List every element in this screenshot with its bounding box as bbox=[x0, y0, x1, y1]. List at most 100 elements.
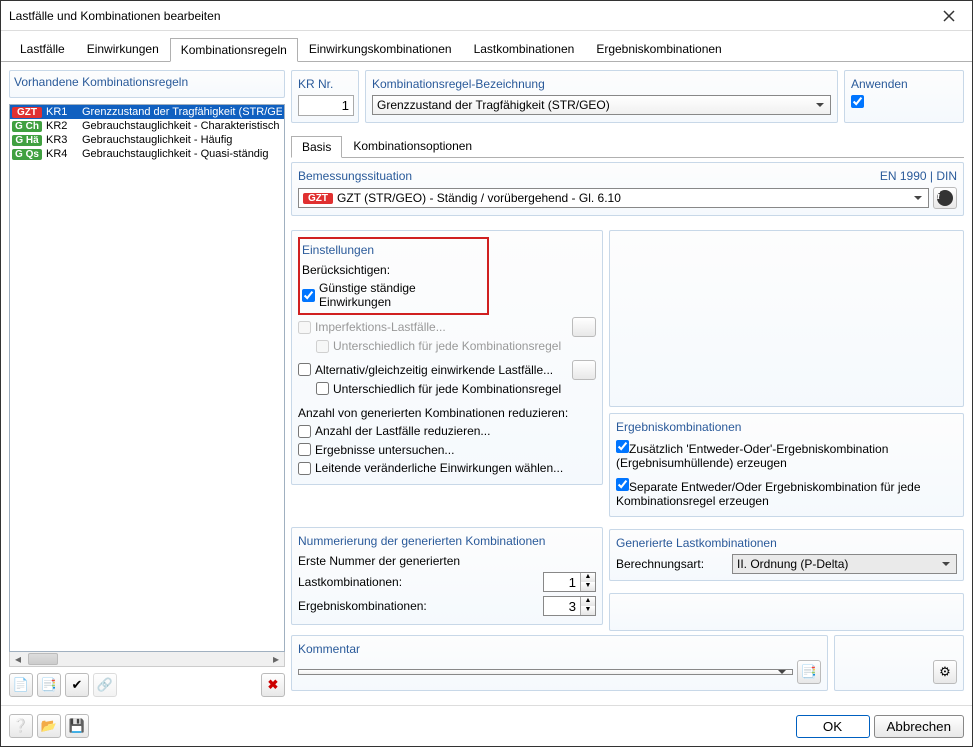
diff1-label: Unterschiedlich für jede Kombinationsreg… bbox=[333, 339, 561, 353]
kr-nr-input[interactable] bbox=[298, 95, 354, 116]
result1-checkbox[interactable]: Zusätzlich 'Entweder-Oder'-Ergebniskombi… bbox=[616, 438, 957, 472]
rule-desc: Grenzzustand der Tragfähigkeit (STR/GEO) bbox=[82, 106, 282, 118]
lk-spinner-input[interactable] bbox=[544, 573, 580, 591]
numbering-group: Nummerierung der generierten Kombination… bbox=[291, 527, 603, 625]
lk-spinner[interactable]: ▲▼ bbox=[543, 572, 596, 592]
reduce2-label: Ergebnisse untersuchen... bbox=[315, 443, 454, 457]
alt-checkbox[interactable]: Alternativ/gleichzeitig einwirkende Last… bbox=[298, 361, 572, 379]
comment-combo[interactable] bbox=[298, 669, 793, 675]
rule-badge: G Hä bbox=[12, 135, 42, 146]
bem-info-button[interactable]: i bbox=[933, 187, 957, 209]
scroll-thumb[interactable] bbox=[28, 653, 58, 665]
alt-label: Alternativ/gleichzeitig einwirkende Last… bbox=[315, 363, 553, 377]
numbering-first-label: Erste Nummer der generierten bbox=[298, 552, 596, 570]
tab-lastfaelle[interactable]: Lastfälle bbox=[9, 37, 76, 61]
gear-icon: ⚙ bbox=[939, 664, 951, 680]
content-area: Vorhandene Kombinationsregeln GZT KR1 Gr… bbox=[1, 62, 972, 705]
link-icon: 🔗 bbox=[97, 677, 113, 693]
anwenden-checkbox[interactable] bbox=[851, 95, 864, 108]
sub-tab-options[interactable]: Kombinationsoptionen bbox=[342, 135, 483, 157]
rules-group-title: Vorhandene Kombinationsregeln bbox=[14, 75, 280, 89]
sub-tab-basis[interactable]: Basis bbox=[291, 136, 342, 158]
open-button[interactable]: 📂 bbox=[37, 714, 61, 738]
folder-icon: 📂 bbox=[41, 718, 57, 734]
en-link[interactable]: EN 1990 | DIN bbox=[880, 169, 957, 183]
new-rule-button[interactable]: 📄 bbox=[9, 673, 33, 697]
spinner-up-icon[interactable]: ▲ bbox=[581, 573, 595, 582]
rule-code: KR1 bbox=[46, 106, 78, 118]
spinner-down-icon[interactable]: ▼ bbox=[581, 606, 595, 615]
save-footer-button[interactable]: 💾 bbox=[65, 714, 89, 738]
results-group: Ergebniskombinationen Zusätzlich 'Entwed… bbox=[609, 413, 964, 517]
diff1-checkbox: Unterschiedlich für jede Kombinationsreg… bbox=[298, 337, 561, 355]
top-row: KR Nr. Kombinationsregel-Bezeichnung Gre… bbox=[291, 70, 964, 129]
consider-label: Berücksichtigen: bbox=[302, 261, 485, 279]
tab-einwirkungen[interactable]: Einwirkungen bbox=[76, 37, 170, 61]
library-button[interactable]: 📑 bbox=[37, 673, 61, 697]
anwenden-title: Anwenden bbox=[851, 77, 957, 91]
rule-row-kr2[interactable]: G Ch KR2 Gebrauchstauglichkeit - Charakt… bbox=[10, 119, 284, 133]
main-tab-bar: Lastfälle Einwirkungen Kombinationsregel… bbox=[1, 31, 972, 62]
kr-bez-value: Grenzzustand der Tragfähigkeit (STR/GEO) bbox=[377, 98, 610, 112]
bem-title-text: Bemessungssituation bbox=[298, 169, 412, 183]
rule-row-kr1[interactable]: GZT KR1 Grenzzustand der Tragfähigkeit (… bbox=[10, 105, 284, 119]
rule-row-kr3[interactable]: G Hä KR3 Gebrauchstauglichkeit - Häufig bbox=[10, 133, 284, 147]
tab-lastkombinationen[interactable]: Lastkombinationen bbox=[463, 37, 586, 61]
kr-bez-combo[interactable]: Grenzzustand der Tragfähigkeit (STR/GEO) bbox=[372, 95, 831, 115]
scroll-right-arrow-icon[interactable]: ▸ bbox=[268, 652, 284, 666]
rules-horizontal-scrollbar[interactable]: ◂ ▸ bbox=[9, 652, 285, 667]
reduce1-checkbox[interactable]: Anzahl der Lastfälle reduzieren... bbox=[298, 422, 490, 440]
info-icon: i bbox=[937, 190, 953, 206]
help-icon: ❔ bbox=[13, 718, 29, 734]
calc-combo[interactable]: II. Ordnung (P-Delta) bbox=[732, 554, 957, 574]
alt-settings-button[interactable] bbox=[572, 360, 596, 380]
ek-spinner[interactable]: ▲▼ bbox=[543, 596, 596, 616]
result1-label: Zusätzlich 'Entweder-Oder'-Ergebniskombi… bbox=[616, 442, 888, 470]
rules-group: Vorhandene Kombinationsregeln bbox=[9, 70, 285, 98]
help-button[interactable]: ❔ bbox=[9, 714, 33, 738]
tab-kombinationsregeln[interactable]: Kombinationsregeln bbox=[170, 38, 298, 62]
rule-desc: Gebrauchstauglichkeit - Charakteristisch bbox=[82, 120, 282, 132]
calc-label: Berechnungsart: bbox=[616, 557, 726, 571]
favorable-label: Günstige ständige Einwirkungen bbox=[319, 281, 485, 309]
ek-label: Ergebniskombinationen: bbox=[298, 599, 537, 613]
delete-icon: ✖ bbox=[268, 677, 279, 693]
dialog-window: Lastfälle und Kombinationen bearbeiten L… bbox=[0, 0, 973, 747]
result2-checkbox[interactable]: Separate Entweder/Oder Ergebniskombinati… bbox=[616, 476, 957, 510]
cancel-button[interactable]: Abbrechen bbox=[874, 715, 964, 738]
comment-pick-button[interactable]: 📑 bbox=[797, 660, 821, 684]
imperf-settings-button[interactable] bbox=[572, 317, 596, 337]
bem-badge: GZT bbox=[303, 193, 333, 204]
new-icon: 📄 bbox=[13, 677, 29, 693]
titlebar: Lastfälle und Kombinationen bearbeiten bbox=[1, 1, 972, 31]
reduce2-checkbox[interactable]: Ergebnisse untersuchen... bbox=[298, 441, 454, 459]
empty-lower-box bbox=[609, 593, 964, 631]
check-icon: ✔ bbox=[72, 677, 83, 693]
lk-label: Lastkombinationen: bbox=[298, 575, 537, 589]
left-panel: Vorhandene Kombinationsregeln GZT KR1 Gr… bbox=[9, 70, 285, 697]
settings-side-button[interactable]: ⚙ bbox=[933, 660, 957, 684]
ek-spinner-input[interactable] bbox=[544, 597, 580, 615]
scroll-left-arrow-icon[interactable]: ◂ bbox=[10, 652, 26, 666]
kr-bez-title: Kombinationsregel-Bezeichnung bbox=[372, 77, 831, 91]
ok-button[interactable]: OK bbox=[796, 715, 870, 738]
sub-tab-bar: Basis Kombinationsoptionen bbox=[291, 135, 964, 158]
rule-row-kr4[interactable]: G Qs KR4 Gebrauchstauglichkeit - Quasi-s… bbox=[10, 147, 284, 161]
close-button[interactable] bbox=[934, 4, 964, 28]
apply-button[interactable]: ✔ bbox=[65, 673, 89, 697]
tab-ergebniskombinationen[interactable]: Ergebniskombinationen bbox=[585, 37, 732, 61]
bem-combo[interactable]: GZT GZT (STR/GEO) - Ständig / vorübergeh… bbox=[298, 188, 929, 208]
tab-einwirkungskombinationen[interactable]: Einwirkungskombinationen bbox=[298, 37, 463, 61]
rules-list[interactable]: GZT KR1 Grenzzustand der Tragfähigkeit (… bbox=[9, 104, 285, 652]
results-title: Ergebniskombinationen bbox=[616, 420, 957, 434]
kr-bez-group: Kombinationsregel-Bezeichnung Grenzzusta… bbox=[365, 70, 838, 123]
delete-button[interactable]: ✖ bbox=[261, 673, 285, 697]
reduce3-checkbox[interactable]: Leitende veränderliche Einwirkungen wähl… bbox=[298, 459, 563, 477]
spinner-down-icon[interactable]: ▼ bbox=[581, 582, 595, 591]
spinner-up-icon[interactable]: ▲ bbox=[581, 597, 595, 606]
favorable-checkbox[interactable]: Günstige ständige Einwirkungen bbox=[302, 279, 485, 311]
settings-title: Einstellungen bbox=[302, 241, 485, 261]
calc-value: II. Ordnung (P-Delta) bbox=[737, 557, 848, 571]
empty-upper-box bbox=[609, 230, 964, 407]
diff2-checkbox[interactable]: Unterschiedlich für jede Kombinationsreg… bbox=[298, 380, 561, 398]
